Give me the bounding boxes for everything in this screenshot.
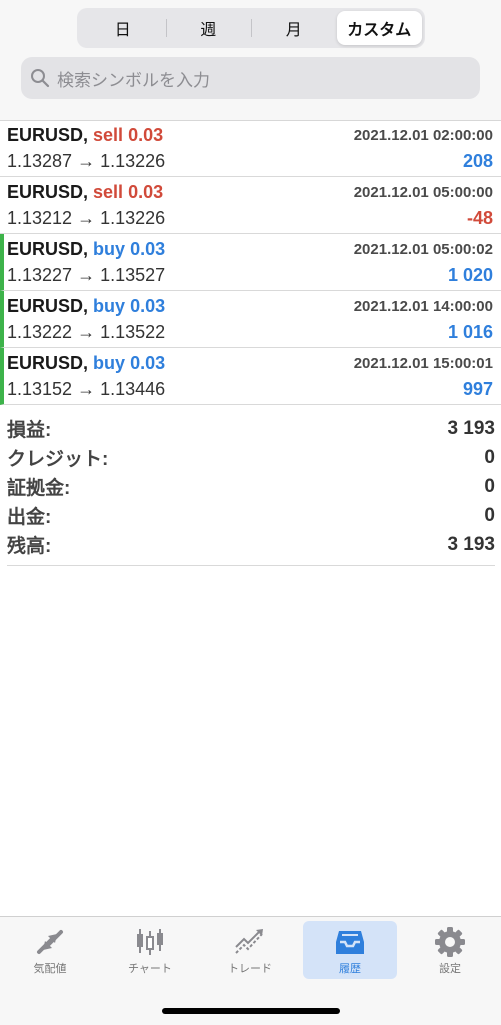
trade-symbol: EURUSD, xyxy=(7,124,89,145)
trade-time: 2021.12.01 02:00:00 xyxy=(353,126,493,144)
trade-symbol: EURUSD, xyxy=(7,295,89,316)
trade-side: sell xyxy=(93,124,124,145)
trade-title: EURUSD, buy 0.03 xyxy=(7,296,165,317)
trade-row[interactable]: EURUSD, buy 0.03 2021.12.01 05:00:02 1.1… xyxy=(0,234,501,291)
trade-prices: 1.13287 → 1.13226 xyxy=(7,151,165,172)
close-price: 1.13522 xyxy=(100,321,166,342)
trade-title: EURUSD, sell 0.03 xyxy=(7,182,163,203)
trade-volume: 0.03 xyxy=(128,181,164,202)
summary-row-withdrawal: 出金: 0 xyxy=(7,501,495,530)
trade-icon xyxy=(235,929,263,954)
search-input[interactable]: 検索シンボルを入力 xyxy=(21,57,480,99)
trade-title: EURUSD, buy 0.03 xyxy=(7,239,165,260)
open-price: 1.13287 xyxy=(7,150,73,171)
close-price: 1.13226 xyxy=(100,207,166,228)
open-price: 1.13212 xyxy=(7,207,73,228)
summary-label: 損益: xyxy=(7,420,52,441)
trade-profit: 1 020 xyxy=(447,264,493,285)
trade-profit: 997 xyxy=(462,378,493,399)
trade-volume: 0.03 xyxy=(130,352,166,373)
tab-trade[interactable]: トレード xyxy=(203,921,297,979)
open-price: 1.13227 xyxy=(7,264,73,285)
trade-profit: 208 xyxy=(462,150,493,171)
trade-row[interactable]: EURUSD, sell 0.03 2021.12.01 02:00:00 1.… xyxy=(0,120,501,177)
segment-month[interactable]: 月 xyxy=(251,11,337,45)
close-price: 1.13226 xyxy=(100,150,166,171)
tab-label: 気配値 xyxy=(33,962,67,975)
trade-symbol: EURUSD, xyxy=(7,238,89,259)
trade-side: buy xyxy=(93,352,126,373)
summary-label: 証拠金: xyxy=(7,478,71,499)
arrow-icon: → xyxy=(77,207,96,228)
tab-label: チャート xyxy=(128,962,172,975)
history-icon xyxy=(336,931,364,954)
trade-volume: 0.03 xyxy=(130,295,166,316)
segment-custom[interactable]: カスタム xyxy=(336,11,422,45)
search-placeholder: 検索シンボルを入力 xyxy=(57,70,210,91)
trade-history-list: EURUSD, sell 0.03 2021.12.01 02:00:00 1.… xyxy=(0,120,501,405)
arrow-icon: → xyxy=(77,264,96,285)
tab-label: 履歴 xyxy=(339,962,361,975)
tab-history[interactable]: 履歴 xyxy=(303,921,397,979)
chart-icon xyxy=(137,929,163,955)
quotes-icon xyxy=(37,930,63,954)
tab-label: トレード xyxy=(228,962,272,975)
trade-time: 2021.12.01 15:00:01 xyxy=(353,354,493,372)
summary-value: 3 193 xyxy=(447,417,495,439)
tab-chart[interactable]: チャート xyxy=(103,921,197,979)
tab-label: 設定 xyxy=(439,962,461,975)
trade-time: 2021.12.01 05:00:02 xyxy=(353,240,493,258)
arrow-icon: → xyxy=(77,321,96,342)
summary-label: 残高: xyxy=(7,536,52,557)
summary-label: クレジット: xyxy=(7,449,109,470)
trade-profit: 1 016 xyxy=(447,321,493,342)
trade-volume: 0.03 xyxy=(128,124,164,145)
arrow-icon: → xyxy=(77,150,96,171)
settings-icon xyxy=(435,927,465,957)
trade-row[interactable]: EURUSD, buy 0.03 2021.12.01 15:00:01 1.1… xyxy=(0,348,501,405)
home-indicator[interactable] xyxy=(162,1008,340,1014)
trade-side: buy xyxy=(93,238,126,259)
trade-time: 2021.12.01 05:00:00 xyxy=(353,183,493,201)
summary-value: 3 193 xyxy=(447,533,495,555)
top-bar: 日 週 月 カスタム 検索シンボルを入力 xyxy=(0,0,501,121)
account-summary: 損益: 3 193 クレジット: 0 証拠金: 0 出金: 0 残高: 3 19… xyxy=(7,414,495,566)
trade-prices: 1.13152 → 1.13446 xyxy=(7,379,165,400)
trade-prices: 1.13227 → 1.13527 xyxy=(7,265,165,286)
trade-time: 2021.12.01 14:00:00 xyxy=(353,297,493,315)
trade-title: EURUSD, buy 0.03 xyxy=(7,353,165,374)
open-price: 1.13222 xyxy=(7,321,73,342)
period-segmented-control: 日 週 月 カスタム xyxy=(77,8,425,48)
close-price: 1.13446 xyxy=(100,378,166,399)
trade-volume: 0.03 xyxy=(130,238,166,259)
summary-row-balance: 残高: 3 193 xyxy=(7,530,495,559)
summary-value: 0 xyxy=(484,446,495,468)
open-price: 1.13152 xyxy=(7,378,73,399)
trade-prices: 1.13212 → 1.13226 xyxy=(7,208,165,229)
trade-side: sell xyxy=(93,181,124,202)
arrow-icon: → xyxy=(77,378,96,399)
summary-label: 出金: xyxy=(7,507,52,528)
trade-prices: 1.13222 → 1.13522 xyxy=(7,322,165,343)
search-icon xyxy=(31,69,50,88)
tab-quotes[interactable]: 気配値 xyxy=(3,921,97,979)
trade-symbol: EURUSD, xyxy=(7,352,89,373)
trade-row[interactable]: EURUSD, buy 0.03 2021.12.01 14:00:00 1.1… xyxy=(0,291,501,348)
summary-row-margin: 証拠金: 0 xyxy=(7,472,495,501)
trade-symbol: EURUSD, xyxy=(7,181,89,202)
trade-title: EURUSD, sell 0.03 xyxy=(7,125,163,146)
summary-value: 0 xyxy=(484,475,495,497)
trade-profit: -48 xyxy=(466,207,493,228)
segment-day[interactable]: 日 xyxy=(80,11,166,45)
close-price: 1.13527 xyxy=(100,264,166,285)
summary-row-credit: クレジット: 0 xyxy=(7,443,495,472)
trade-row[interactable]: EURUSD, sell 0.03 2021.12.01 05:00:00 1.… xyxy=(0,177,501,234)
tab-settings[interactable]: 設定 xyxy=(403,921,497,979)
segment-week[interactable]: 週 xyxy=(165,11,252,45)
summary-value: 0 xyxy=(484,504,495,526)
summary-row-profit: 損益: 3 193 xyxy=(7,414,495,443)
trade-side: buy xyxy=(93,295,126,316)
